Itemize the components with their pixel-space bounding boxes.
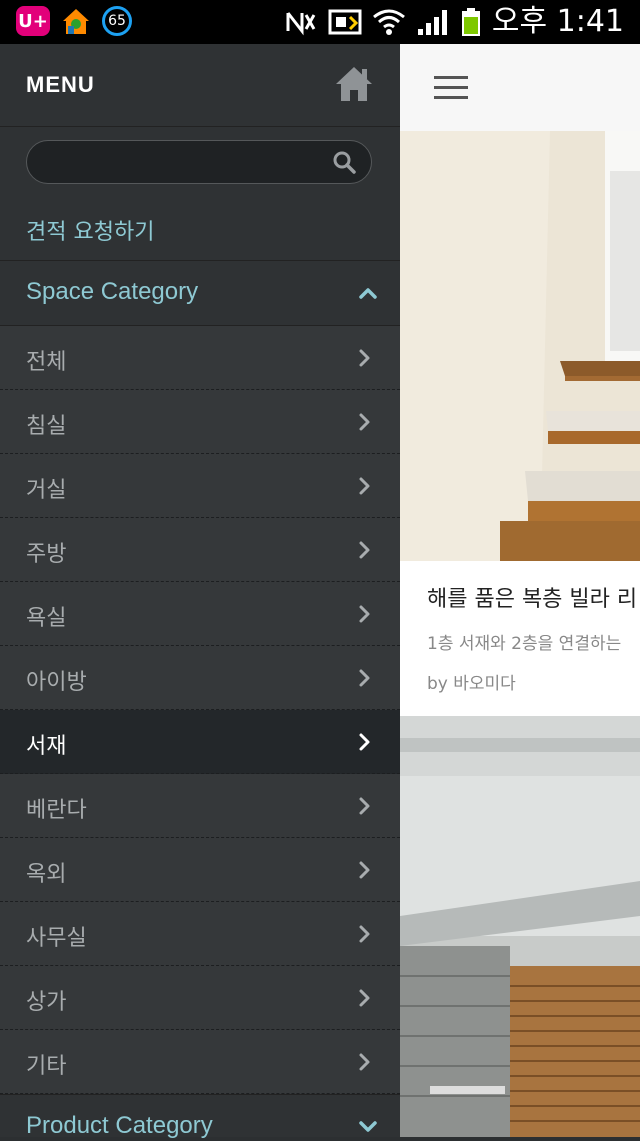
menu-item-label: 기타: [26, 1054, 67, 1079]
chevron-right-icon: [359, 797, 370, 815]
menu-item-label: 침실: [26, 414, 67, 439]
menu-item-label: 상가: [26, 990, 67, 1015]
menu-item-all[interactable]: 전체: [0, 326, 400, 390]
sync-image-icon: [328, 9, 362, 35]
menu-item-label: 아이방: [26, 670, 87, 695]
menu-item-shop[interactable]: 상가: [0, 966, 400, 1030]
chevron-up-icon: [359, 288, 377, 299]
product-category-header[interactable]: Product Category: [0, 1094, 400, 1141]
card-image-stairs[interactable]: [400, 131, 640, 561]
menu-item-office[interactable]: 사무실: [0, 902, 400, 966]
chevron-right-icon: [359, 349, 370, 367]
search-input[interactable]: [26, 140, 372, 184]
card-description: 1층 서재와 2층을 연결하는: [427, 634, 622, 654]
study-photo: [400, 716, 640, 1137]
chevron-right-icon: [359, 669, 370, 687]
menu-item-veranda[interactable]: 베란다: [0, 774, 400, 838]
menu-item-label: 베란다: [26, 798, 87, 823]
space-category-header[interactable]: Space Category: [0, 260, 400, 326]
search-box: [26, 140, 372, 184]
request-quote-link[interactable]: 견적 요청하기: [26, 214, 154, 246]
project-card[interactable]: 해를 품은 복층 빌라 리 1층 서재와 2층을 연결하는 by 바오미다: [400, 561, 640, 716]
chevron-right-icon: [359, 989, 370, 1007]
chevron-right-icon: [359, 477, 370, 495]
chevron-right-icon: [359, 413, 370, 431]
wifi-icon: [372, 9, 405, 35]
chevron-down-icon: [359, 1121, 377, 1132]
menu-item-kitchen[interactable]: 주방: [0, 518, 400, 582]
menu-item-bathroom[interactable]: 욕실: [0, 582, 400, 646]
menu-item-label: 욕실: [26, 606, 67, 631]
menu-item-study[interactable]: 서재: [0, 710, 400, 774]
launcher-home-icon: [63, 9, 89, 34]
card-author: by 바오미다: [427, 674, 516, 694]
card-title: 해를 품은 복층 빌라 리: [427, 587, 638, 612]
menu-item-outdoor[interactable]: 옥외: [0, 838, 400, 902]
battery-icon: [461, 8, 480, 36]
side-menu: MENU 견적 요청하기 Space Category 전체 침실 거실 주방 …: [0, 44, 400, 1139]
top-bar: [400, 44, 640, 132]
product-category-label: Product Category: [26, 1112, 213, 1139]
menu-item-label: 옥외: [26, 862, 67, 887]
chevron-right-icon: [359, 1053, 370, 1071]
menu-item-label: 거실: [26, 478, 67, 503]
menu-item-kids-room[interactable]: 아이방: [0, 646, 400, 710]
status-left-icons: U+ 65: [16, 6, 132, 36]
main-content: 해를 품은 복층 빌라 리 1층 서재와 2층을 연결하는 by 바오미다: [400, 44, 640, 1137]
chevron-right-icon: [359, 925, 370, 943]
nfc-off-icon: [286, 12, 316, 36]
clock: 오후 1:41: [491, 4, 624, 39]
signal-strength-icon: [417, 10, 447, 35]
chevron-right-icon: [359, 733, 370, 751]
menu-item-bedroom[interactable]: 침실: [0, 390, 400, 454]
home-icon[interactable]: [334, 64, 374, 104]
search-icon[interactable]: [332, 150, 356, 174]
menu-item-label: 전체: [26, 350, 67, 375]
menu-item-label: 서재: [26, 734, 67, 759]
chevron-right-icon: [359, 605, 370, 623]
status-bar: U+ 65 오후 1:41: [0, 0, 640, 44]
space-category-label: Space Category: [26, 278, 199, 305]
menu-item-etc[interactable]: 기타: [0, 1030, 400, 1094]
menu-item-label: 사무실: [26, 926, 87, 951]
space-category-list: 전체 침실 거실 주방 욕실 아이방 서재 베란다 옥외 사무실 상가 기타: [0, 326, 400, 1094]
menu-header: MENU: [0, 44, 400, 127]
chevron-right-icon: [359, 541, 370, 559]
hamburger-menu-icon[interactable]: [434, 74, 468, 102]
menu-item-label: 주방: [26, 542, 67, 567]
carrier-logo-icon: U+: [16, 6, 50, 36]
menu-title: MENU: [26, 72, 95, 97]
card-image-study[interactable]: [400, 716, 640, 1137]
chevron-right-icon: [359, 861, 370, 879]
notification-count-badge: 65: [102, 6, 132, 36]
status-right-icons: 오후 1:41: [284, 4, 624, 40]
stairs-photo: [400, 131, 640, 561]
menu-item-living-room[interactable]: 거실: [0, 454, 400, 518]
